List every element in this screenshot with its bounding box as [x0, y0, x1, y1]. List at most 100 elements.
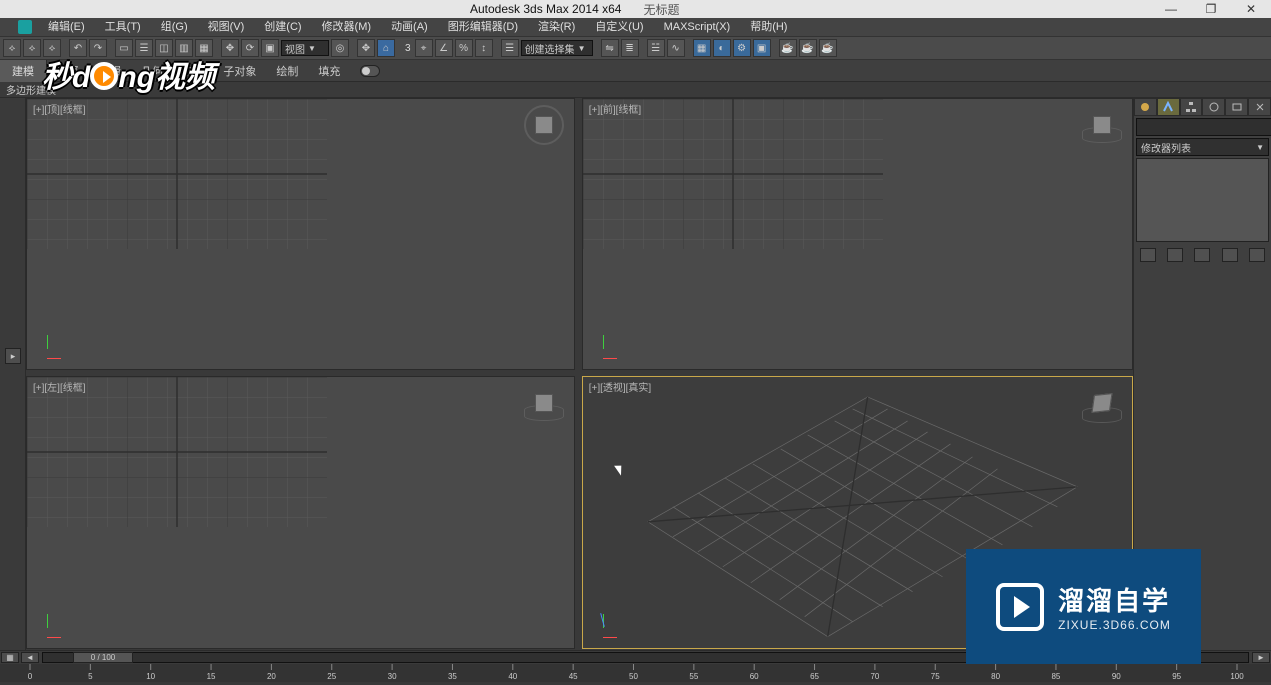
- tab-create[interactable]: [1134, 98, 1157, 116]
- bind-icon[interactable]: ⟡: [43, 39, 61, 57]
- select-filter-icon[interactable]: ▦: [195, 39, 213, 57]
- grid-icon: [27, 377, 327, 527]
- svg-text:90: 90: [1112, 672, 1121, 681]
- grid-icon: [27, 99, 327, 249]
- render-prod-icon[interactable]: ☕: [779, 39, 797, 57]
- menu-render[interactable]: 渲染(R): [528, 18, 585, 36]
- scale-icon[interactable]: ▣: [261, 39, 279, 57]
- unlink-icon[interactable]: ⟡: [23, 39, 41, 57]
- ref-coord-combo[interactable]: 视图▼: [281, 40, 329, 56]
- viewport-perspective[interactable]: [+][透视][真实]: [582, 376, 1133, 649]
- viewcube-front[interactable]: [1082, 105, 1122, 145]
- viewport-top-label[interactable]: [+][顶][线框]: [33, 101, 86, 116]
- svg-text:75: 75: [931, 672, 940, 681]
- close-button[interactable]: ✕: [1231, 0, 1271, 18]
- menu-create[interactable]: 创建(C): [254, 18, 311, 36]
- tab-hierarchy[interactable]: [1180, 98, 1203, 116]
- viewport-persp-label[interactable]: [+][透视][真实]: [589, 379, 652, 394]
- menu-tools[interactable]: 工具(T): [95, 18, 151, 36]
- snap-angle-label: 3: [405, 43, 411, 54]
- viewport-front-label[interactable]: [+][前][线框]: [589, 101, 642, 116]
- menu-animation[interactable]: 动画(A): [381, 18, 438, 36]
- menu-group[interactable]: 组(G): [151, 18, 198, 36]
- command-panel: 修改器列表▼: [1133, 98, 1271, 650]
- menu-edit[interactable]: 编辑(E): [38, 18, 95, 36]
- named-sel-icon[interactable]: ☰: [501, 39, 519, 57]
- redo-icon[interactable]: ↷: [89, 39, 107, 57]
- ribbon-group-edit[interactable]: 编辑: [89, 63, 131, 79]
- named-selset-combo[interactable]: 创建选择集▼: [521, 40, 593, 56]
- time-slider-thumb[interactable]: 0 / 100: [73, 652, 133, 663]
- move-icon[interactable]: ✥: [221, 39, 239, 57]
- pin-stack-icon[interactable]: [1140, 248, 1156, 262]
- render-setup-icon[interactable]: ⚙: [733, 39, 751, 57]
- viewport-front[interactable]: [+][前][线框]: [582, 98, 1133, 370]
- timeslider-start-icon[interactable]: ▦: [1, 652, 19, 663]
- menu-customize[interactable]: 自定义(U): [585, 18, 653, 36]
- app-icon[interactable]: [18, 20, 32, 34]
- layer-manager-icon[interactable]: ☱: [647, 39, 665, 57]
- render-iter-icon[interactable]: ☕: [799, 39, 817, 57]
- rotate-icon[interactable]: ⟳: [241, 39, 259, 57]
- mirror-icon[interactable]: ⇋: [601, 39, 619, 57]
- menu-maxscript[interactable]: MAXScript(X): [654, 18, 741, 36]
- select-region-icon[interactable]: ◫: [155, 39, 173, 57]
- make-unique-icon[interactable]: [1194, 248, 1210, 262]
- document-title: 无标题: [643, 1, 679, 18]
- snap-toggle-icon[interactable]: ⌖: [415, 39, 433, 57]
- percent-snap-icon[interactable]: %: [455, 39, 473, 57]
- time-ruler[interactable]: 0510152025303540455055606570758085909510…: [0, 664, 1271, 682]
- ribbon-group-paint[interactable]: 绘制: [266, 63, 308, 79]
- remove-modifier-icon[interactable]: [1222, 248, 1238, 262]
- modifier-stack[interactable]: [1136, 158, 1269, 242]
- schematic-view-icon[interactable]: ▦: [693, 39, 711, 57]
- viewport-left[interactable]: [+][左][线框]: [26, 376, 575, 649]
- render-active-icon[interactable]: ☕: [819, 39, 837, 57]
- angle-snap-icon[interactable]: ∠: [435, 39, 453, 57]
- configure-sets-icon[interactable]: [1249, 248, 1265, 262]
- curve-editor-icon[interactable]: ∿: [667, 39, 685, 57]
- ribbon-group-geom[interactable]: 几何体(全部): [131, 63, 213, 79]
- menu-modifiers[interactable]: 修改器(M): [312, 18, 382, 36]
- expand-panel-button[interactable]: ▸: [5, 348, 21, 364]
- viewcube-left[interactable]: [524, 383, 564, 423]
- time-slider-track[interactable]: 0 / 100: [42, 652, 1249, 663]
- viewport-top[interactable]: [+][顶][线框]: [26, 98, 575, 370]
- minimize-button[interactable]: —: [1151, 0, 1191, 18]
- object-name-input[interactable]: [1136, 118, 1271, 136]
- modifier-list-combo[interactable]: 修改器列表▼: [1136, 138, 1269, 156]
- timeslider-next-icon[interactable]: ►: [1252, 652, 1270, 663]
- link-icon[interactable]: ⟡: [3, 39, 21, 57]
- timeslider-prev-icon[interactable]: ◄: [21, 652, 39, 663]
- material-editor-icon[interactable]: ◐: [713, 39, 731, 57]
- ribbon-tab-modeling[interactable]: 建模: [0, 60, 47, 82]
- ribbon-toggle[interactable]: [360, 65, 380, 77]
- ribbon-group-subobj[interactable]: 子对象: [213, 63, 266, 79]
- viewcube-top[interactable]: [524, 105, 564, 145]
- menu-help[interactable]: 帮助(H): [740, 18, 797, 36]
- tab-utilities[interactable]: [1248, 98, 1271, 116]
- menu-view[interactable]: 视图(V): [198, 18, 255, 36]
- spinner-snap-icon[interactable]: ↕: [475, 39, 493, 57]
- use-center-icon[interactable]: ◎: [331, 39, 349, 57]
- keyboard-shortcut-icon[interactable]: ⌂: [377, 39, 395, 57]
- tab-display[interactable]: [1225, 98, 1248, 116]
- rendered-frame-icon[interactable]: ▣: [753, 39, 771, 57]
- select-icon[interactable]: ▭: [115, 39, 133, 57]
- tab-motion[interactable]: [1202, 98, 1225, 116]
- show-end-result-icon[interactable]: [1167, 248, 1183, 262]
- window-crossing-icon[interactable]: ▥: [175, 39, 193, 57]
- main-toolbar: ⟡ ⟡ ⟡ ↶ ↷ ▭ ☰ ◫ ▥ ▦ ✥ ⟳ ▣ 视图▼ ◎ ✥ ⌂ 3 ⌖ …: [0, 36, 1271, 60]
- viewcube-persp[interactable]: [1082, 383, 1122, 423]
- select-name-icon[interactable]: ☰: [135, 39, 153, 57]
- menu-grapheditors[interactable]: 图形编辑器(D): [438, 18, 528, 36]
- tab-modify[interactable]: [1157, 98, 1180, 116]
- viewport-left-label[interactable]: [+][左][线框]: [33, 379, 86, 394]
- undo-icon[interactable]: ↶: [69, 39, 87, 57]
- select-manip-icon[interactable]: ✥: [357, 39, 375, 57]
- maximize-button[interactable]: ❐: [1191, 0, 1231, 18]
- ribbon-group-select[interactable]: 选择: [47, 63, 89, 79]
- ribbon-group-fill[interactable]: 填充: [308, 63, 350, 79]
- svg-text:95: 95: [1172, 672, 1181, 681]
- align-icon[interactable]: ≣: [621, 39, 639, 57]
